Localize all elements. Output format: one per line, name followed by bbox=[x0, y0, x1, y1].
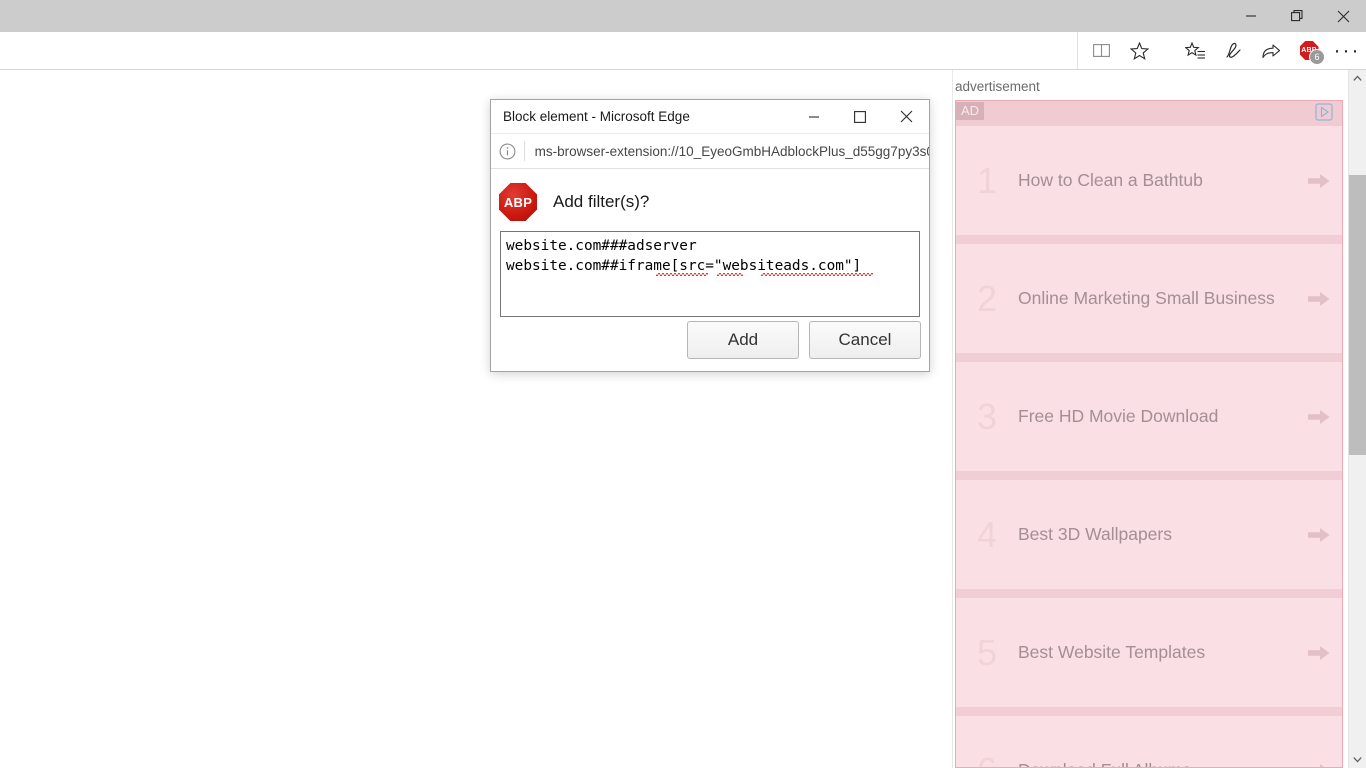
arrow-right-icon bbox=[1296, 290, 1342, 308]
block-element-dialog: Block element - Microsoft Edge bbox=[490, 99, 930, 372]
close-icon[interactable] bbox=[1320, 0, 1366, 32]
cancel-button[interactable]: Cancel bbox=[809, 321, 921, 359]
page-scrollbar[interactable] bbox=[1348, 70, 1366, 768]
browser-toolbar: ABP 6 ··· bbox=[0, 32, 1366, 70]
ad-item-title: Best 3D Wallpapers bbox=[1018, 522, 1296, 547]
restore-icon[interactable] bbox=[1274, 0, 1320, 32]
advertisement-label: advertisement bbox=[955, 79, 1040, 94]
ad-item-title: Download Full Albums bbox=[1018, 758, 1296, 768]
ad-item-number: 5 bbox=[956, 632, 1018, 674]
ad-item-number: 3 bbox=[956, 396, 1018, 438]
info-circle-icon[interactable] bbox=[491, 143, 524, 160]
arrow-right-icon bbox=[1296, 644, 1342, 662]
arrow-right-icon bbox=[1296, 526, 1342, 544]
close-icon[interactable] bbox=[883, 100, 929, 133]
dialog-heading: Add filter(s)? bbox=[553, 192, 649, 212]
book-icon[interactable] bbox=[1082, 32, 1120, 69]
star-list-icon[interactable] bbox=[1176, 32, 1214, 69]
advertisement-block: AD 1 How to Clean a Bathtub bbox=[955, 100, 1343, 768]
abp-extension-button[interactable]: ABP 6 bbox=[1290, 32, 1328, 69]
browser-title-bar bbox=[0, 0, 1366, 32]
more-dots-glyph: ··· bbox=[1334, 40, 1361, 61]
browser-window-controls bbox=[1228, 0, 1366, 32]
advertisement-panel: advertisement AD 1 How to Clean a Bathtu… bbox=[952, 70, 1345, 768]
dialog-address-bar[interactable]: ms-browser-extension://10_EyeoGmbHAdbloc… bbox=[491, 134, 929, 169]
dialog-buttons: Add Cancel bbox=[687, 321, 921, 359]
arrow-right-icon bbox=[1296, 762, 1342, 768]
list-item[interactable]: 6 Download Full Albums bbox=[956, 716, 1342, 768]
ad-tag-badge: AD bbox=[956, 102, 984, 120]
adchoices-triangle-icon[interactable] bbox=[1315, 103, 1333, 121]
browser-window: ABP 6 ··· advertisement AD bbox=[0, 0, 1366, 768]
dialog-url-text: ms-browser-extension://10_EyeoGmbHAdbloc… bbox=[525, 144, 929, 159]
arrow-right-icon bbox=[1296, 408, 1342, 426]
more-dots-icon[interactable]: ··· bbox=[1328, 32, 1366, 69]
dialog-window-controls bbox=[791, 100, 929, 133]
address-bar-actions bbox=[1077, 32, 1162, 69]
pen-icon[interactable] bbox=[1214, 32, 1252, 69]
scroll-up-icon[interactable] bbox=[1349, 70, 1366, 87]
ad-item-number: 1 bbox=[956, 160, 1018, 202]
scroll-down-icon[interactable] bbox=[1349, 751, 1366, 768]
ad-item-title: Best Website Templates bbox=[1018, 640, 1296, 665]
minimize-icon[interactable] bbox=[1228, 0, 1274, 32]
list-item[interactable]: 2 Online Marketing Small Business bbox=[956, 244, 1342, 362]
spellcheck-underline bbox=[761, 273, 873, 276]
dialog-title-bar: Block element - Microsoft Edge bbox=[491, 100, 929, 134]
ad-item-title: Free HD Movie Download bbox=[1018, 404, 1296, 429]
spellcheck-underline bbox=[717, 273, 743, 276]
ad-item-number: 6 bbox=[956, 750, 1018, 768]
arrow-right-icon bbox=[1296, 172, 1342, 190]
ad-item-number: 4 bbox=[956, 514, 1018, 556]
list-item[interactable]: 5 Best Website Templates bbox=[956, 598, 1342, 716]
minimize-icon[interactable] bbox=[791, 100, 837, 133]
filter-line-1: website.com###adserver bbox=[506, 236, 914, 256]
share-icon[interactable] bbox=[1252, 32, 1290, 69]
list-item[interactable]: 4 Best 3D Wallpapers bbox=[956, 480, 1342, 598]
ad-item-title: Online Marketing Small Business bbox=[1018, 286, 1296, 311]
list-item[interactable]: 3 Free HD Movie Download bbox=[956, 362, 1342, 480]
toolbar-actions: ABP 6 ··· bbox=[1077, 32, 1366, 69]
star-icon[interactable] bbox=[1120, 32, 1158, 69]
ad-item-number: 2 bbox=[956, 278, 1018, 320]
add-button[interactable]: Add bbox=[687, 321, 799, 359]
scrollbar-thumb[interactable] bbox=[1349, 175, 1366, 455]
advertisement-header: AD bbox=[956, 101, 1342, 126]
ad-item-title: How to Clean a Bathtub bbox=[1018, 168, 1296, 193]
spellcheck-underline bbox=[656, 273, 708, 276]
abp-badge-count: 6 bbox=[1309, 49, 1325, 65]
maximize-icon[interactable] bbox=[837, 100, 883, 133]
abp-logo-icon: ABP bbox=[499, 183, 537, 221]
filters-textarea[interactable]: website.com###adserver website.com##ifra… bbox=[500, 231, 920, 317]
abp-logo-label: ABP bbox=[504, 195, 532, 210]
dialog-title: Block element - Microsoft Edge bbox=[491, 109, 690, 124]
list-item[interactable]: 1 How to Clean a Bathtub bbox=[956, 126, 1342, 244]
dialog-heading-row: ABP Add filter(s)? bbox=[491, 169, 929, 231]
